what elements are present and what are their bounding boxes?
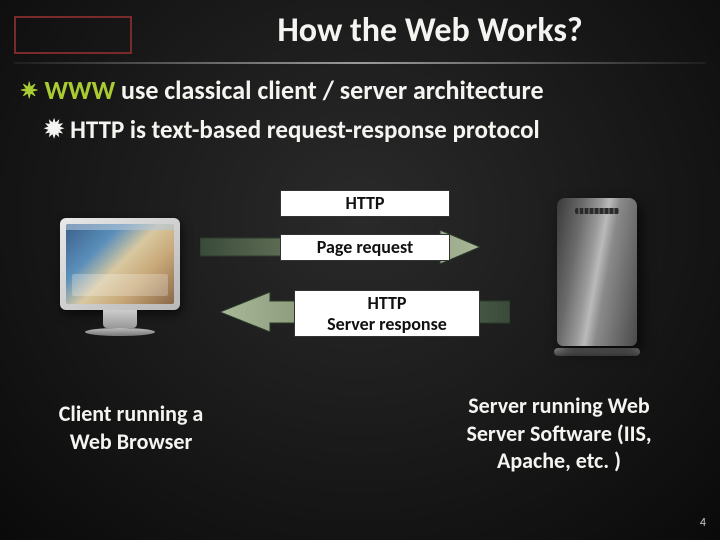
burst-icon: ✹	[44, 115, 64, 144]
bullet-2: ✹HTTP is text-based request-response pro…	[44, 114, 704, 145]
client-illustration	[60, 218, 180, 336]
monitor-icon	[60, 218, 180, 310]
architecture-diagram: HTTP Page request HTTP Server response	[0, 190, 720, 370]
bullet-1-rest: use classical client / server architectu…	[115, 74, 543, 106]
bullet-2-text: HTTP is text-based request-response prot…	[70, 114, 540, 145]
caption-server: Server running Web Server Software (IIS,…	[440, 392, 678, 475]
bullet-1-www: WWW	[44, 74, 115, 106]
server-tower-icon	[557, 198, 637, 346]
page-number: 4	[700, 516, 706, 530]
starburst-icon: ✷	[20, 77, 38, 104]
label-server-response: HTTP Server response	[294, 290, 480, 337]
label-page-request: Page request	[280, 234, 450, 261]
slide-title: How the Web Works?	[0, 10, 720, 51]
title-divider	[14, 62, 706, 64]
caption-client: Client running a Web Browser	[36, 400, 226, 455]
server-illustration	[557, 198, 640, 356]
bullet-1: ✷WWW use classical client / server archi…	[20, 74, 704, 106]
label-http: HTTP	[280, 190, 450, 217]
